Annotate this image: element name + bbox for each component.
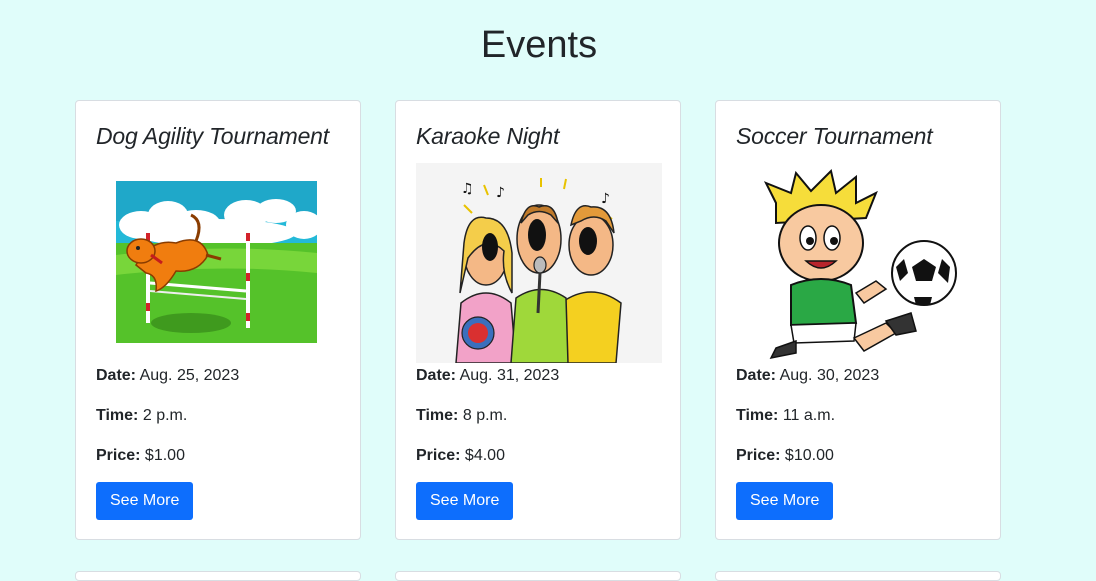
time-value: 8 p.m.	[462, 407, 508, 424]
date-value: Aug. 31, 2023	[459, 367, 560, 384]
event-date: Date: Aug. 31, 2023	[416, 367, 559, 385]
svg-text:♫: ♫	[461, 181, 474, 197]
date-label: Date:	[96, 367, 137, 384]
price-value: $1.00	[144, 447, 185, 464]
event-price: Price: $10.00	[736, 447, 834, 465]
date-value: Aug. 25, 2023	[139, 367, 240, 384]
see-more-button[interactable]: See More	[416, 482, 514, 520]
see-more-button[interactable]: See More	[96, 482, 194, 520]
event-time: Time: 11 a.m.	[736, 407, 835, 425]
price-value: $10.00	[784, 447, 834, 464]
page-title: Events	[480, 24, 598, 66]
time-label: Time:	[416, 407, 459, 424]
time-label: Time:	[96, 407, 139, 424]
svg-text:♪: ♪	[601, 191, 610, 207]
event-time: Time: 2 p.m.	[96, 407, 187, 425]
karaoke-image: ♫ ♪ ♪	[416, 163, 662, 364]
see-more-button[interactable]: See More	[736, 482, 834, 520]
event-time: Time: 8 p.m.	[416, 407, 507, 425]
event-card-next-row	[75, 571, 361, 581]
event-card-soccer: Soccer Tournament Date: Aug. 30, 2023 Ti…	[715, 100, 1001, 540]
event-title: Soccer Tournament	[736, 123, 933, 149]
price-label: Price:	[416, 447, 461, 464]
date-value: Aug. 30, 2023	[779, 367, 880, 384]
event-date: Date: Aug. 30, 2023	[736, 367, 879, 385]
event-price: Price: $4.00	[416, 447, 505, 465]
event-card-next-row	[395, 571, 681, 581]
event-title: Karaoke Night	[416, 123, 560, 149]
event-card-karaoke: Karaoke Night ♫ ♪ ♪ Date: Aug. 31, 2023 …	[395, 100, 681, 540]
dog-agility-image	[96, 163, 342, 363]
event-card-next-row	[715, 571, 1001, 581]
time-value: 2 p.m.	[142, 407, 188, 424]
soccer-image	[736, 163, 982, 363]
date-label: Date:	[736, 367, 777, 384]
price-label: Price:	[736, 447, 781, 464]
time-value: 11 a.m.	[782, 407, 836, 424]
svg-text:♪: ♪	[496, 185, 505, 201]
date-label: Date:	[416, 367, 457, 384]
event-card-dog-agility: Dog Agility Tournament Date: Aug. 25, 20…	[75, 100, 361, 540]
event-price: Price: $1.00	[96, 447, 185, 465]
time-label: Time:	[736, 407, 779, 424]
price-value: $4.00	[464, 447, 505, 464]
event-title: Dog Agility Tournament	[96, 123, 329, 149]
event-date: Date: Aug. 25, 2023	[96, 367, 239, 385]
price-label: Price:	[96, 447, 141, 464]
